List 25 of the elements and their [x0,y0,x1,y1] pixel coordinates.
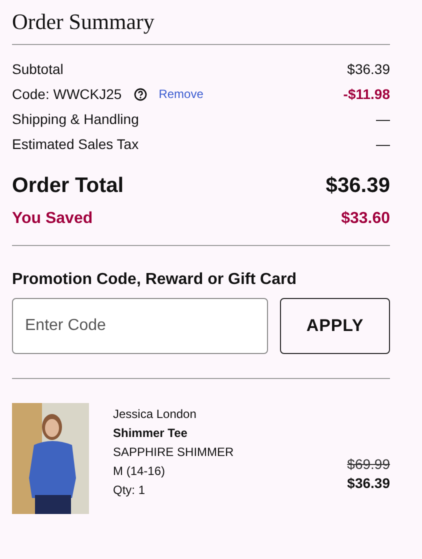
item-size: M (14-16) [113,462,166,480]
saved-value: $33.60 [341,208,390,228]
saved-label: You Saved [12,208,93,228]
total-label: Order Total [12,173,124,199]
line-value: -$11.98 [343,84,390,104]
item-quantity: Qty: 1 [113,482,146,498]
item-brand: Jessica London [113,406,198,422]
line-value: — [376,134,390,154]
item-price: $36.39 [347,474,390,492]
help-icon[interactable] [134,88,147,100]
remove-link[interactable]: Remove [158,85,204,103]
line-label: Shipping & Handling [12,110,139,129]
line-value: $36.39 [347,60,390,78]
original-price: $69.99 [347,454,390,474]
apply-button[interactable]: APPLY [280,298,390,354]
total-value: $36.39 [326,173,390,199]
line-label: Subtotal [12,60,64,78]
line-label: Code: WWCKJ25 [12,84,122,104]
promo-heading: Promotion Code, Reward or Gift Card [12,270,298,290]
code-field[interactable]: Enter Code [12,298,268,354]
line-label: Estimated Sales Tax [12,134,139,154]
item-color: SAPPHIRE SHIMMER [113,444,234,460]
item-name: Shimmer Tee [113,424,188,442]
line-value: — [376,110,390,128]
summary-title: Order Summary [12,8,156,36]
